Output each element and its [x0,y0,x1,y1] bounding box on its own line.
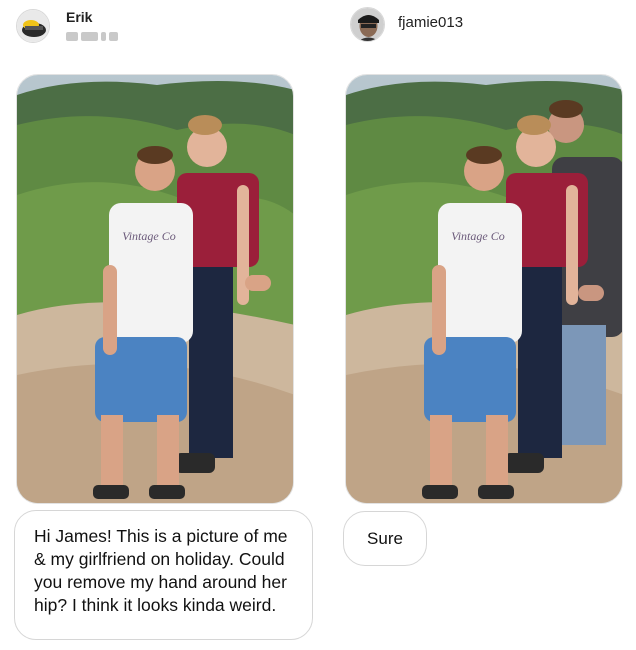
blurred-subtext [66,32,119,42]
original-photo[interactable]: Vintage Co [16,74,294,504]
shirt-text: Vintage Co [451,229,504,243]
right-username[interactable]: fjamie013 [398,14,463,31]
original-photo-image: Vintage Co [17,75,293,503]
left-username[interactable]: Erik [66,9,92,25]
shirt-text: Vintage Co [122,229,175,243]
edited-photo-image: Vintage Co [346,75,622,503]
message-bubble-reply[interactable]: Sure [343,511,427,566]
avatar-image [17,10,49,42]
fjamie013-avatar[interactable] [350,7,385,42]
edited-photo[interactable]: Vintage Co [345,74,623,504]
message-bubble-request[interactable]: Hi James! This is a picture of me & my g… [14,510,313,640]
avatar-image [351,8,384,41]
erik-avatar[interactable] [16,9,50,43]
